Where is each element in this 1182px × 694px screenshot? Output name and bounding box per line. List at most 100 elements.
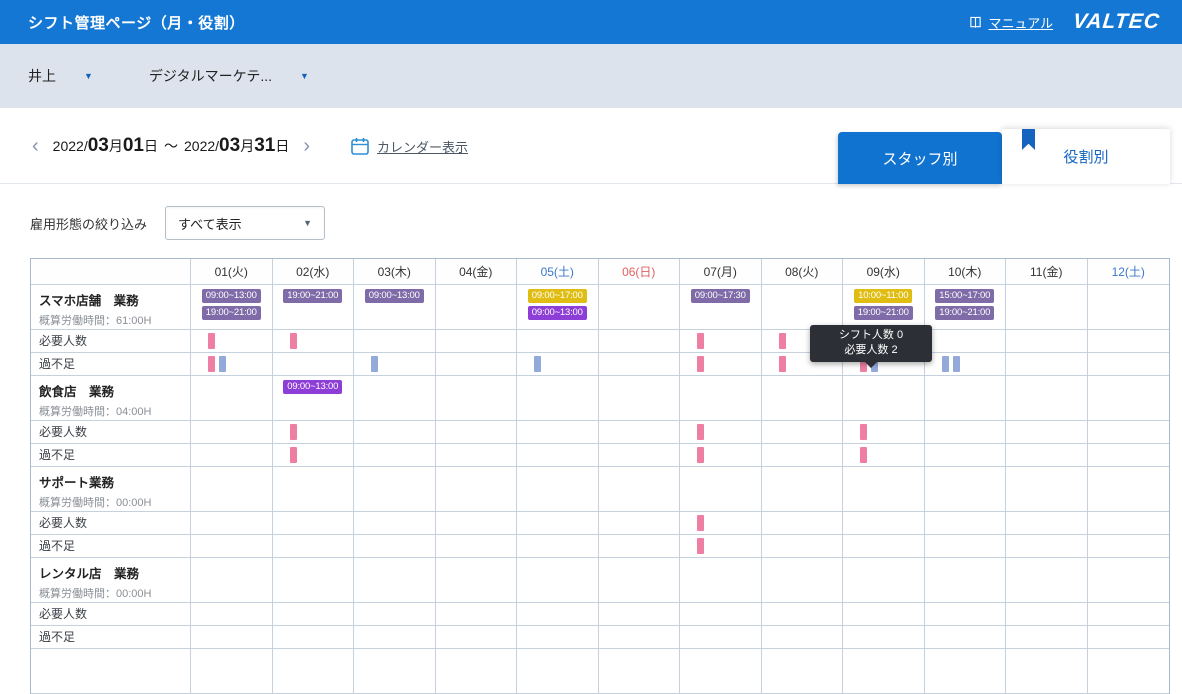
shift-cell[interactable] bbox=[272, 558, 354, 603]
shift-cell[interactable]: 10:00~11:00 19:00~21:00 bbox=[843, 285, 925, 330]
count-cell[interactable] bbox=[680, 421, 762, 444]
shift-chip[interactable]: 19:00~21:00 bbox=[853, 306, 913, 320]
count-cell[interactable] bbox=[680, 535, 762, 558]
count-cell[interactable] bbox=[435, 512, 517, 535]
count-cell[interactable] bbox=[680, 353, 762, 376]
count-cell[interactable] bbox=[354, 535, 436, 558]
shift-chip[interactable]: 10:00~11:00 bbox=[854, 289, 913, 303]
shift-cell[interactable] bbox=[1006, 467, 1088, 512]
shift-cell[interactable] bbox=[1087, 285, 1169, 330]
count-cell[interactable] bbox=[354, 626, 436, 649]
count-cell[interactable] bbox=[843, 535, 925, 558]
count-cell[interactable] bbox=[761, 603, 843, 626]
count-cell[interactable] bbox=[1087, 535, 1169, 558]
count-cell[interactable] bbox=[843, 444, 925, 467]
count-cell[interactable] bbox=[1006, 421, 1088, 444]
shift-chip[interactable]: 09:00~13:00 bbox=[201, 289, 261, 303]
count-cell[interactable] bbox=[1006, 444, 1088, 467]
shift-cell[interactable] bbox=[435, 467, 517, 512]
count-cell[interactable] bbox=[924, 512, 1006, 535]
count-cell[interactable] bbox=[191, 626, 273, 649]
shift-cell[interactable] bbox=[517, 376, 599, 421]
count-cell[interactable] bbox=[1006, 353, 1088, 376]
count-cell[interactable] bbox=[191, 421, 273, 444]
count-cell[interactable] bbox=[191, 444, 273, 467]
count-cell[interactable] bbox=[517, 444, 599, 467]
count-cell[interactable] bbox=[761, 444, 843, 467]
count-cell[interactable] bbox=[924, 330, 1006, 353]
shift-cell[interactable] bbox=[761, 285, 843, 330]
count-cell[interactable] bbox=[191, 353, 273, 376]
count-cell[interactable] bbox=[680, 626, 762, 649]
shift-cell[interactable]: 09:00~17:30 bbox=[680, 285, 762, 330]
count-cell[interactable] bbox=[354, 421, 436, 444]
count-cell[interactable] bbox=[843, 421, 925, 444]
shift-cell[interactable] bbox=[1006, 285, 1088, 330]
shift-cell[interactable] bbox=[272, 649, 354, 694]
shift-cell[interactable]: 09:00~13:00 19:00~21:00 bbox=[191, 285, 273, 330]
shift-cell[interactable] bbox=[598, 285, 680, 330]
count-cell[interactable] bbox=[1006, 626, 1088, 649]
shift-chip[interactable]: 19:00~21:00 bbox=[935, 306, 995, 320]
count-cell[interactable] bbox=[843, 603, 925, 626]
count-cell[interactable] bbox=[924, 626, 1006, 649]
shift-cell[interactable] bbox=[843, 558, 925, 603]
count-cell[interactable] bbox=[598, 444, 680, 467]
shift-cell[interactable]: 09:00~13:00 bbox=[354, 285, 436, 330]
shift-cell[interactable] bbox=[1087, 649, 1169, 694]
chevron-right-icon[interactable]: › bbox=[301, 136, 312, 156]
count-cell[interactable] bbox=[843, 512, 925, 535]
count-cell[interactable] bbox=[924, 421, 1006, 444]
shift-cell[interactable] bbox=[1006, 649, 1088, 694]
shift-cell[interactable] bbox=[761, 649, 843, 694]
shift-cell[interactable] bbox=[1006, 558, 1088, 603]
count-cell[interactable] bbox=[517, 603, 599, 626]
shift-cell[interactable] bbox=[598, 558, 680, 603]
shift-cell[interactable] bbox=[354, 558, 436, 603]
shift-cell[interactable] bbox=[680, 467, 762, 512]
count-cell[interactable] bbox=[680, 512, 762, 535]
count-cell[interactable] bbox=[680, 444, 762, 467]
count-cell[interactable] bbox=[272, 444, 354, 467]
count-cell[interactable] bbox=[924, 535, 1006, 558]
count-cell[interactable] bbox=[1006, 535, 1088, 558]
count-cell[interactable] bbox=[354, 444, 436, 467]
count-cell[interactable] bbox=[598, 535, 680, 558]
count-cell[interactable] bbox=[517, 512, 599, 535]
shift-cell[interactable] bbox=[191, 376, 273, 421]
count-cell[interactable] bbox=[924, 603, 1006, 626]
count-cell[interactable] bbox=[924, 353, 1006, 376]
count-cell[interactable] bbox=[598, 330, 680, 353]
count-cell[interactable] bbox=[272, 353, 354, 376]
count-cell[interactable] bbox=[191, 330, 273, 353]
count-cell[interactable] bbox=[354, 512, 436, 535]
count-cell[interactable] bbox=[517, 535, 599, 558]
shift-cell[interactable] bbox=[924, 467, 1006, 512]
shift-cell[interactable] bbox=[191, 467, 273, 512]
calendar-view-link[interactable]: カレンダー表示 bbox=[350, 136, 468, 156]
tab-staff-view[interactable]: スタッフ別 bbox=[838, 132, 1002, 184]
shift-cell[interactable] bbox=[680, 649, 762, 694]
count-cell[interactable] bbox=[517, 330, 599, 353]
shift-cell[interactable] bbox=[435, 285, 517, 330]
count-cell[interactable] bbox=[435, 421, 517, 444]
shift-cell[interactable] bbox=[191, 558, 273, 603]
count-cell[interactable] bbox=[1087, 603, 1169, 626]
shift-cell[interactable] bbox=[517, 558, 599, 603]
shift-cell[interactable] bbox=[354, 467, 436, 512]
count-cell[interactable] bbox=[1087, 330, 1169, 353]
count-cell[interactable] bbox=[761, 512, 843, 535]
count-cell[interactable] bbox=[435, 330, 517, 353]
count-cell[interactable] bbox=[598, 353, 680, 376]
count-cell[interactable] bbox=[354, 330, 436, 353]
shift-cell[interactable]: 09:00~17:00 09:00~13:00 bbox=[517, 285, 599, 330]
count-cell[interactable] bbox=[272, 603, 354, 626]
count-cell[interactable] bbox=[1087, 353, 1169, 376]
count-cell[interactable] bbox=[761, 535, 843, 558]
shift-cell[interactable] bbox=[598, 467, 680, 512]
count-cell[interactable] bbox=[680, 330, 762, 353]
count-cell[interactable] bbox=[435, 626, 517, 649]
shift-cell[interactable] bbox=[761, 376, 843, 421]
count-cell[interactable] bbox=[761, 421, 843, 444]
count-cell[interactable] bbox=[598, 421, 680, 444]
